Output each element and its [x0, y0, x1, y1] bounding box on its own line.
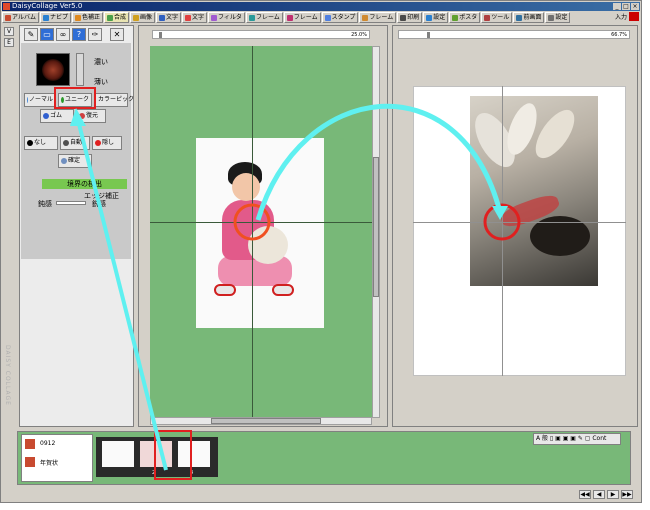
- source-circle: [233, 203, 271, 241]
- arrow-up-head: [70, 108, 86, 126]
- arrow-head: [492, 206, 508, 220]
- annotation-overlay: [70, 103, 521, 471]
- arrow-curve: [255, 103, 503, 221]
- arrow-up-line: [76, 119, 168, 471]
